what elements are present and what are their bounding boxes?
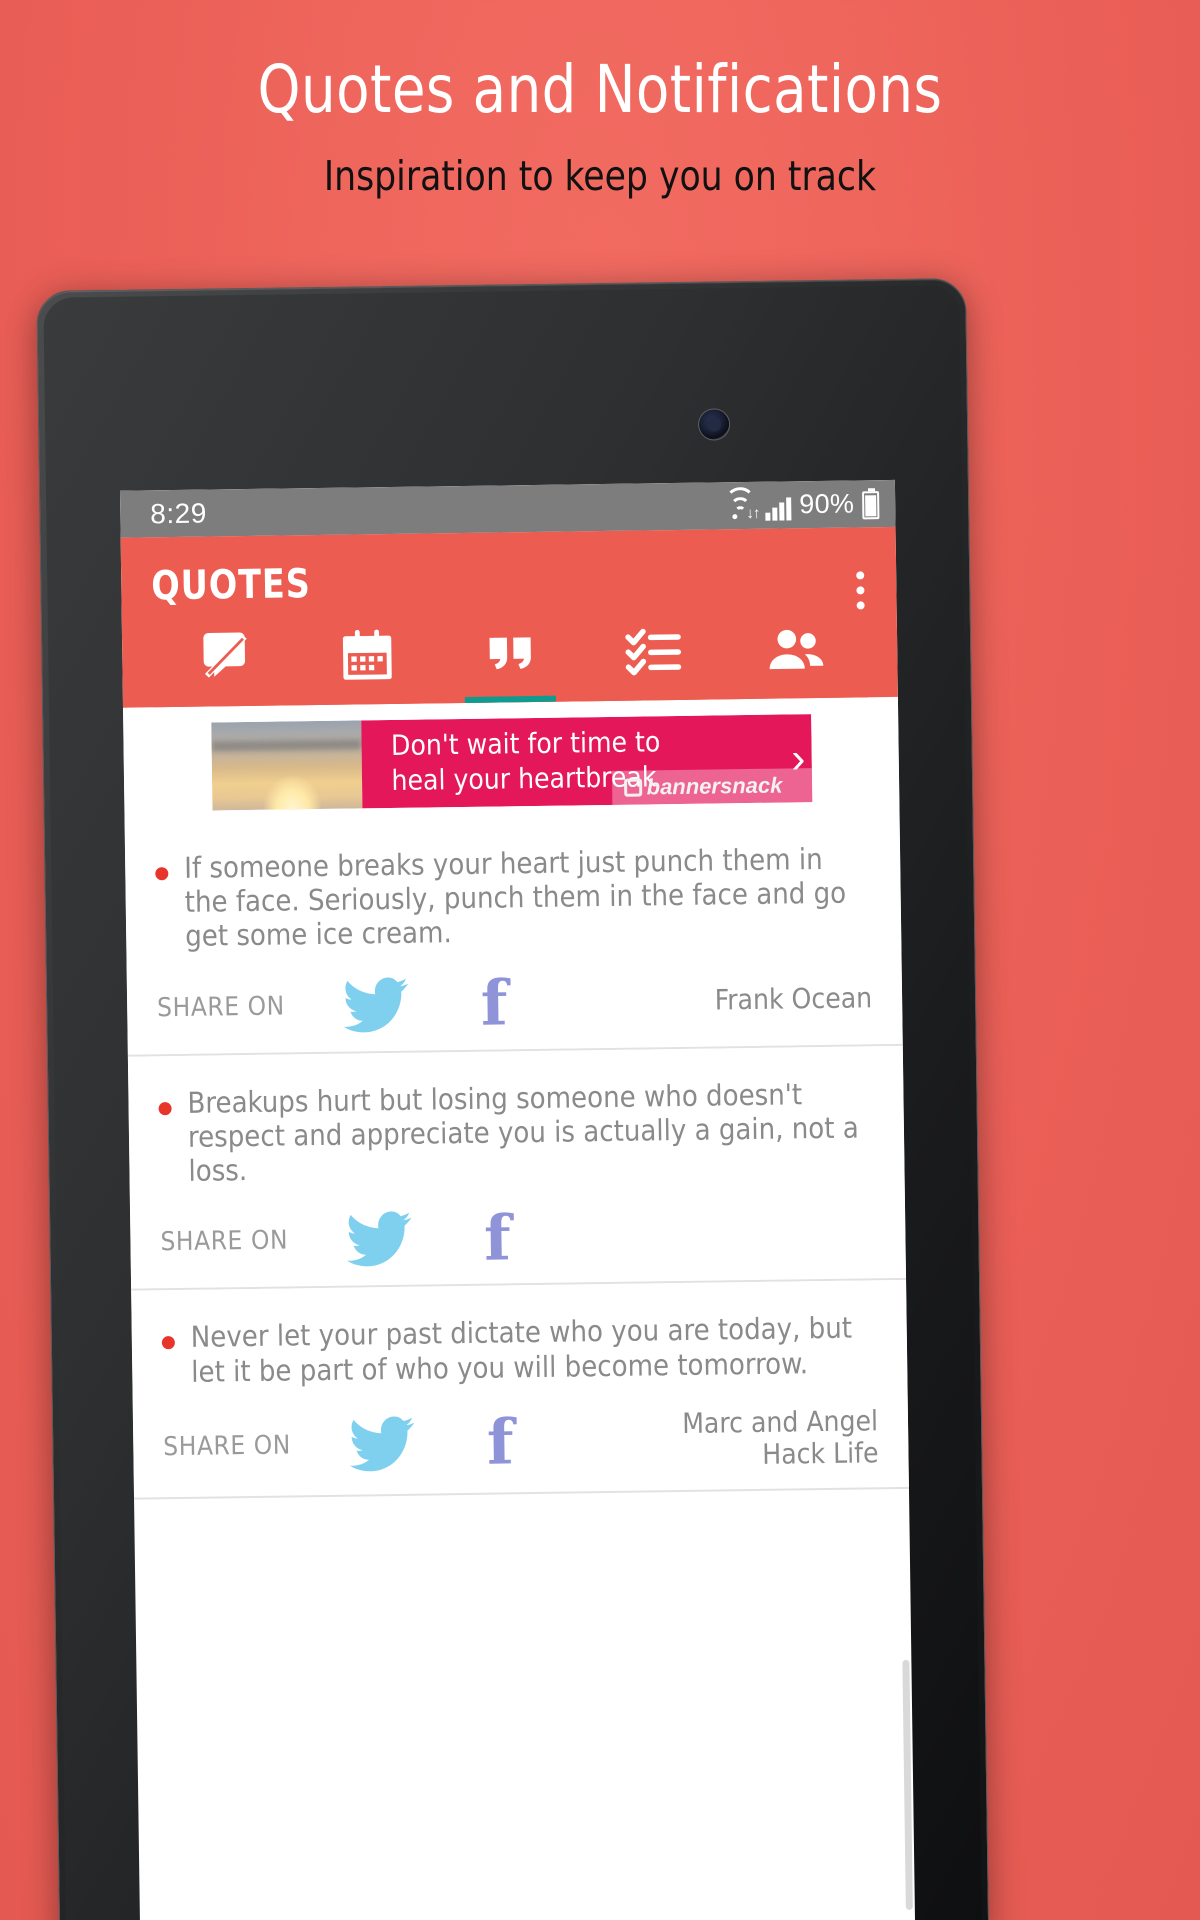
- notification-off-icon: [202, 632, 247, 678]
- app-bar: QUOTES: [120, 526, 898, 708]
- twitter-icon[interactable]: [346, 1211, 413, 1268]
- page-title: Quotes and Notifications: [257, 51, 943, 128]
- quote-card[interactable]: Never let your past dictate who you are …: [131, 1280, 909, 1500]
- bullet-icon: [155, 867, 169, 881]
- battery-percent: 90%: [799, 488, 855, 520]
- share-label: SHARE ON: [160, 1225, 289, 1258]
- quote-text: Never let your past dictate who you are …: [190, 1310, 853, 1389]
- twitter-icon[interactable]: [349, 1416, 416, 1473]
- wifi-icon: ↓↑: [723, 486, 760, 522]
- twitter-icon[interactable]: [342, 976, 409, 1033]
- share-icons: f: [346, 1201, 512, 1274]
- ad-banner-line1: Don't wait for time to: [390, 725, 661, 763]
- phone-body: 8:29 ↓↑ 90% QUOTES Don't wait for time t…: [36, 277, 990, 1920]
- bullet-icon: [158, 1101, 172, 1115]
- facebook-icon[interactable]: f: [486, 1405, 514, 1478]
- battery-icon: [862, 491, 880, 520]
- bullet-icon: [161, 1336, 175, 1350]
- share-icons: f: [349, 1405, 514, 1479]
- quote-text: If someone breaks your heart just punch …: [183, 841, 847, 954]
- quote-row: If someone breaks your heart just punch …: [155, 841, 871, 954]
- share-label: SHARE ON: [163, 1430, 292, 1463]
- ad-banner[interactable]: Don't wait for time to heal your heartbr…: [210, 714, 812, 811]
- share-row: SHARE ON f: [160, 1201, 876, 1274]
- quote-row: Never let your past dictate who you are …: [161, 1310, 878, 1389]
- ad-watermark-label: bannersnack: [646, 772, 783, 800]
- quote-text: Breakups hurt but losing someone who doe…: [187, 1076, 859, 1188]
- page-subtitle: Inspiration to keep you on track: [323, 152, 877, 201]
- calendar-icon: [342, 629, 392, 680]
- tab-notifications-off[interactable]: [152, 607, 296, 707]
- quote-card[interactable]: If someone breaks your heart just punch …: [124, 810, 903, 1057]
- hero-header: Quotes and Notifications Inspiration to …: [0, 0, 1200, 201]
- facebook-icon[interactable]: f: [480, 966, 508, 1039]
- tab-bar: [151, 599, 868, 708]
- quote-row: Breakups hurt but losing someone who doe…: [158, 1076, 874, 1189]
- tab-quotes[interactable]: [438, 603, 582, 703]
- people-icon: [769, 629, 823, 670]
- quote-icon: [489, 637, 531, 670]
- device-mockup: 8:29 ↓↑ 90% QUOTES Don't wait for time t…: [22, 267, 1200, 1920]
- phone-screen: 8:29 ↓↑ 90% QUOTES Don't wait for time t…: [119, 479, 916, 1920]
- status-icons: ↓↑ 90%: [723, 486, 880, 522]
- tab-calendar[interactable]: [295, 605, 439, 705]
- scrollbar[interactable]: [902, 1659, 913, 1910]
- ad-banner-image: [210, 720, 362, 811]
- status-time: 8:29: [150, 497, 207, 529]
- ad-banner-body: Don't wait for time to heal your heartbr…: [360, 714, 812, 809]
- share-row: SHARE ON f Frank Ocean: [156, 966, 873, 1040]
- share-label: SHARE ON: [156, 991, 285, 1023]
- share-row: SHARE ON f Marc and Angel Hack Life: [163, 1404, 879, 1479]
- quote-author: Marc and Angel Hack Life: [681, 1404, 879, 1471]
- ad-banner-container[interactable]: Don't wait for time to heal your heartbr…: [122, 696, 900, 822]
- ad-watermark: bannersnack: [611, 768, 812, 805]
- checklist-icon: [624, 628, 681, 676]
- tab-checklist[interactable]: [581, 601, 725, 701]
- share-icons: f: [342, 966, 508, 1040]
- signal-bars-icon: [765, 496, 792, 521]
- tab-people[interactable]: [724, 599, 868, 699]
- quote-author: Frank Ocean: [714, 980, 873, 1017]
- quote-card[interactable]: Breakups hurt but losing someone who doe…: [127, 1045, 907, 1291]
- bannersnack-logo-icon: [624, 778, 642, 796]
- facebook-icon[interactable]: f: [484, 1201, 512, 1274]
